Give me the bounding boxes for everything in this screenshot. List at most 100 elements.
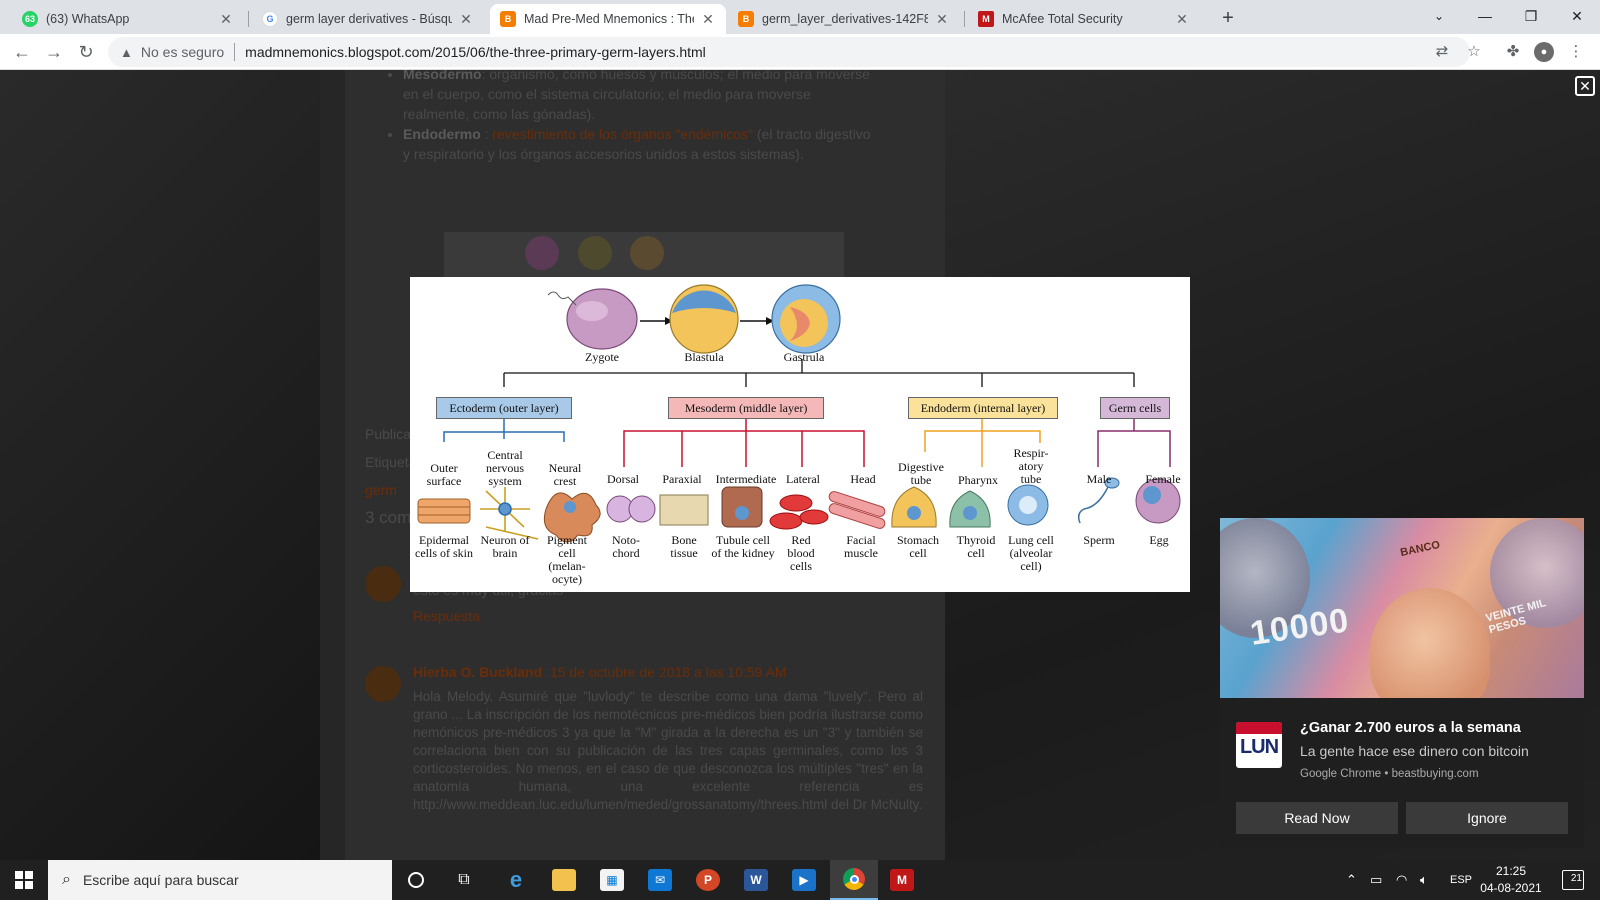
tab-title: (63) WhatsApp bbox=[46, 12, 130, 26]
close-window-button[interactable]: ✕ bbox=[1554, 0, 1600, 32]
stomach-cell-drawing bbox=[891, 486, 937, 528]
tab-mcafee[interactable]: M McAfee Total Security ✕ bbox=[968, 4, 1200, 34]
powerpoint-app[interactable]: P bbox=[684, 860, 732, 900]
notification-source: Google Chrome • beastbuying.com bbox=[1300, 768, 1479, 780]
cell-label-kidney-tubule: Tubule cell of the kidney bbox=[711, 533, 775, 560]
ectoderm-box: Ectoderm (outer layer) bbox=[436, 397, 572, 419]
post-bullets: Mesodermo: organismo, como huesos y músc… bbox=[403, 70, 873, 164]
video-app[interactable]: ▶ bbox=[780, 860, 828, 900]
branch-label-respiratory-tube: Respir-atory tube bbox=[1013, 446, 1049, 486]
neuron-drawing bbox=[480, 487, 539, 540]
ignore-button[interactable]: Ignore bbox=[1406, 802, 1568, 834]
tab-germ-layer-image[interactable]: B germ_layer_derivatives-142F8FE6 ✕ bbox=[728, 4, 960, 34]
profile-avatar[interactable]: ● bbox=[1534, 42, 1554, 62]
bullet-endodermo: Endodermo : revestimiento de los órganos… bbox=[403, 124, 873, 164]
search-icon: ⌕ bbox=[62, 871, 71, 888]
cell-label-neuron: Neuron of brain bbox=[480, 533, 530, 560]
banknote-text: BANCO bbox=[1399, 538, 1442, 560]
red-blood-cells-drawing bbox=[769, 494, 829, 530]
translate-icon[interactable]: ⇄ bbox=[1432, 42, 1452, 62]
star-icon[interactable]: ☆ bbox=[1464, 42, 1484, 62]
store-icon: ▦ bbox=[600, 869, 624, 891]
close-icon[interactable]: ✕ bbox=[1174, 11, 1190, 28]
task-view-button[interactable]: ⧉ bbox=[440, 860, 488, 900]
edge-app[interactable]: e bbox=[492, 860, 540, 900]
notification-center-button[interactable]: 21 bbox=[1562, 870, 1584, 890]
volume-icon[interactable]: 🔈︎ bbox=[1420, 872, 1428, 888]
comment-2-body: Hola Melody. Asumiré que "luvlody" te de… bbox=[413, 689, 923, 812]
tab-mad-premed-mnemonics[interactable]: B Mad Pre-Med Mnemonics : The Three ✕ bbox=[490, 4, 726, 34]
endoderm-box: Endoderm (internal layer) bbox=[908, 397, 1058, 419]
branch-label-female: Female bbox=[1145, 472, 1181, 486]
taskbar-search[interactable]: ⌕ Escribe aquí para buscar bbox=[48, 860, 392, 900]
security-label: No es seguro bbox=[140, 44, 225, 60]
back-button[interactable]: ← bbox=[10, 40, 34, 64]
close-icon[interactable]: ✕ bbox=[458, 11, 474, 28]
powerpoint-icon: P bbox=[696, 869, 720, 891]
folder-icon bbox=[552, 869, 576, 891]
whatsapp-icon: 63 bbox=[22, 11, 38, 27]
stage-label-zygote: Zygote bbox=[585, 350, 619, 364]
read-now-button[interactable]: Read Now bbox=[1236, 802, 1398, 834]
start-button[interactable] bbox=[0, 860, 48, 900]
lightbox-close-button[interactable]: ✕ bbox=[1575, 76, 1595, 96]
lun-logo: LUN bbox=[1236, 722, 1282, 768]
close-icon[interactable]: ✕ bbox=[934, 11, 950, 28]
branch-label-intermediate: Intermediate bbox=[715, 472, 777, 486]
mcafee-app[interactable]: M bbox=[878, 860, 926, 900]
mesoderm-box: Mesoderm (middle layer) bbox=[668, 397, 824, 419]
close-icon[interactable]: ✕ bbox=[218, 11, 234, 28]
stage-label-blastula: Blastula bbox=[684, 350, 724, 364]
branch-label-neural-crest: Neural crest bbox=[548, 461, 582, 488]
close-icon[interactable]: ✕ bbox=[700, 11, 716, 28]
file-explorer-app[interactable] bbox=[540, 860, 588, 900]
store-app[interactable]: ▦ bbox=[588, 860, 636, 900]
forward-button[interactable]: → bbox=[42, 40, 66, 64]
tab-title: germ_layer_derivatives-142F8FE6 bbox=[762, 12, 928, 26]
cell-label-sperm: Sperm bbox=[1083, 533, 1115, 547]
clock-time: 21:25 bbox=[1495, 864, 1527, 878]
notification-body: La gente hace ese dinero con bitcoin bbox=[1300, 743, 1529, 759]
epidermal-cells-drawing bbox=[417, 498, 471, 524]
chevron-up-icon[interactable]: ⌃ bbox=[1346, 872, 1357, 888]
reply-link[interactable]: Respuesta bbox=[413, 606, 923, 626]
bullet-mesodermo: Mesodermo: organismo, como huesos y músc… bbox=[403, 70, 873, 124]
google-icon: G bbox=[262, 11, 278, 27]
notification-count: 21 bbox=[1570, 873, 1582, 884]
menu-icon[interactable]: ⋮ bbox=[1566, 42, 1586, 62]
cell-label-epidermal: Epidermal cells of skin bbox=[415, 533, 473, 560]
commenter-avatar bbox=[365, 566, 401, 602]
new-tab-button[interactable]: + bbox=[1214, 5, 1242, 31]
tab-google-search[interactable]: G germ layer derivatives - Búsqueda ✕ bbox=[252, 4, 484, 34]
cell-label-lung: Lung cell (alveolar cell) bbox=[1008, 533, 1054, 573]
address-bar[interactable]: ▲ No es seguro madmnemonics.blogspot.com… bbox=[108, 37, 1470, 67]
word-app[interactable]: W bbox=[732, 860, 780, 900]
cortana-button[interactable] bbox=[392, 860, 440, 900]
branch-label-male: Male bbox=[1086, 472, 1112, 486]
restore-button[interactable]: ❐ bbox=[1508, 0, 1554, 32]
germ-cells-box: Germ cells bbox=[1100, 397, 1170, 419]
commenter-avatar bbox=[365, 666, 401, 702]
tab-whatsapp[interactable]: 63 (63) WhatsApp ✕ bbox=[12, 4, 244, 34]
system-clock[interactable]: 21:25 04-08-2021 bbox=[1474, 863, 1548, 897]
tab-search-icon[interactable]: ⌄ bbox=[1416, 0, 1462, 32]
tab-title: Mad Pre-Med Mnemonics : The Three bbox=[524, 12, 694, 26]
cell-label-stomach: Stomach cell bbox=[897, 533, 939, 560]
reload-button[interactable]: ↻ bbox=[74, 40, 98, 64]
notification-banner-image: 10000 BANCO VEINTE MIL PESOS bbox=[1220, 518, 1584, 698]
notochord-drawing bbox=[606, 495, 656, 523]
branch-label-pharynx: Pharynx bbox=[958, 473, 998, 487]
mail-app[interactable]: ✉ bbox=[636, 860, 684, 900]
chrome-app[interactable] bbox=[830, 860, 878, 900]
extensions-icon[interactable]: ✤ bbox=[1503, 42, 1523, 62]
branch-label-lateral: Lateral bbox=[786, 472, 820, 486]
bone-tissue-drawing bbox=[659, 494, 709, 526]
facial-muscle-drawing bbox=[828, 491, 886, 529]
branch-label-cns: Central nervous system bbox=[486, 448, 524, 488]
chrome-notification[interactable]: 10000 BANCO VEINTE MIL PESOS LUN ¿Ganar … bbox=[1220, 518, 1584, 848]
battery-icon[interactable]: ▭ bbox=[1370, 872, 1382, 888]
mcafee-icon: M bbox=[890, 869, 914, 891]
wifi-icon[interactable]: ◠ bbox=[1396, 872, 1407, 888]
language-indicator[interactable]: ESP bbox=[1450, 874, 1472, 886]
minimize-button[interactable]: — bbox=[1462, 0, 1508, 32]
